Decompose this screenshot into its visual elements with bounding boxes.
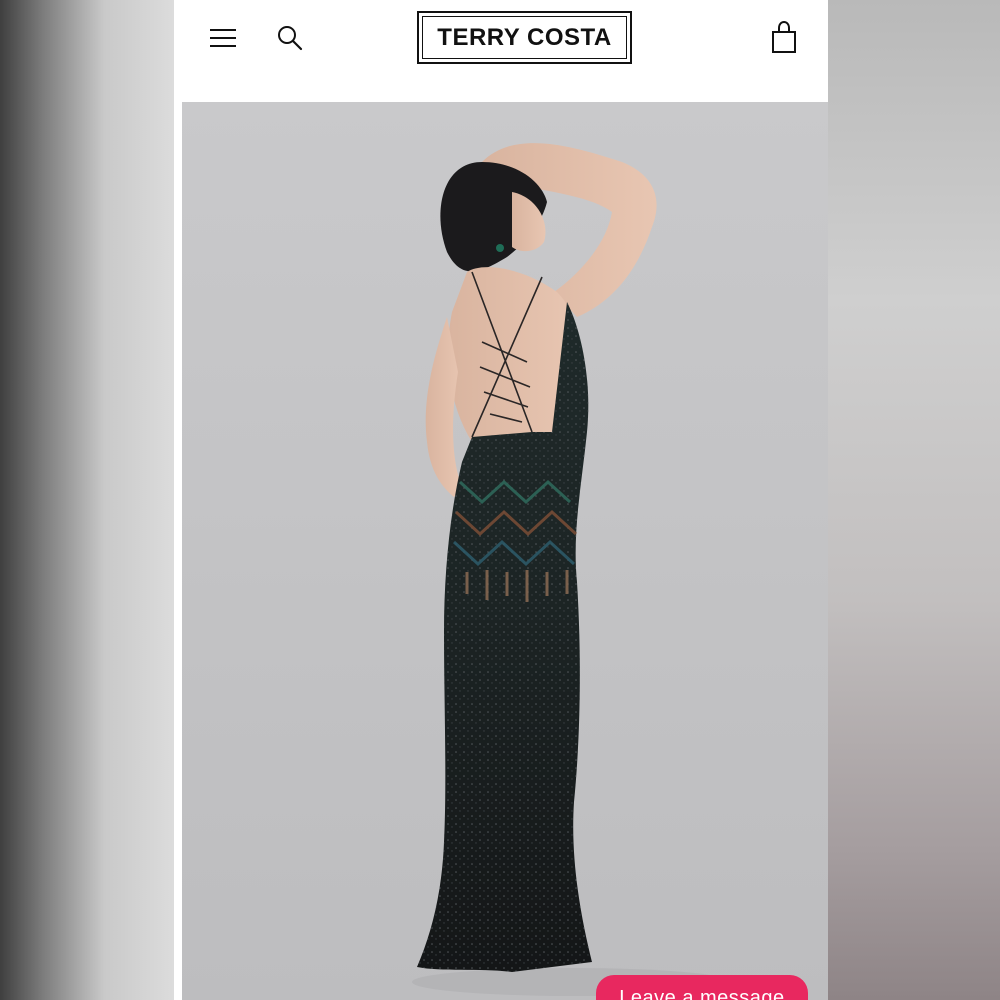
gown-illustration	[412, 143, 732, 996]
site-header: TERRY COSTA	[174, 0, 828, 100]
search-button[interactable]	[276, 24, 304, 52]
phone-screen: TERRY COSTA Leave a message	[174, 0, 828, 1000]
hamburger-menu-icon-bar	[210, 45, 236, 47]
search-icon	[278, 26, 303, 51]
brand-logo[interactable]: TERRY COSTA	[417, 11, 632, 64]
leave-message-button[interactable]: Leave a message	[596, 975, 808, 1000]
cart-button[interactable]	[770, 20, 798, 54]
background-right	[828, 0, 1000, 1000]
product-image	[182, 102, 828, 1000]
hamburger-menu-icon	[210, 29, 236, 31]
background-left	[0, 0, 174, 1000]
shopping-bag-icon	[772, 20, 796, 53]
hamburger-menu-icon-bar	[210, 37, 236, 39]
menu-button[interactable]	[210, 26, 236, 50]
brand-name: TERRY COSTA	[422, 16, 627, 59]
